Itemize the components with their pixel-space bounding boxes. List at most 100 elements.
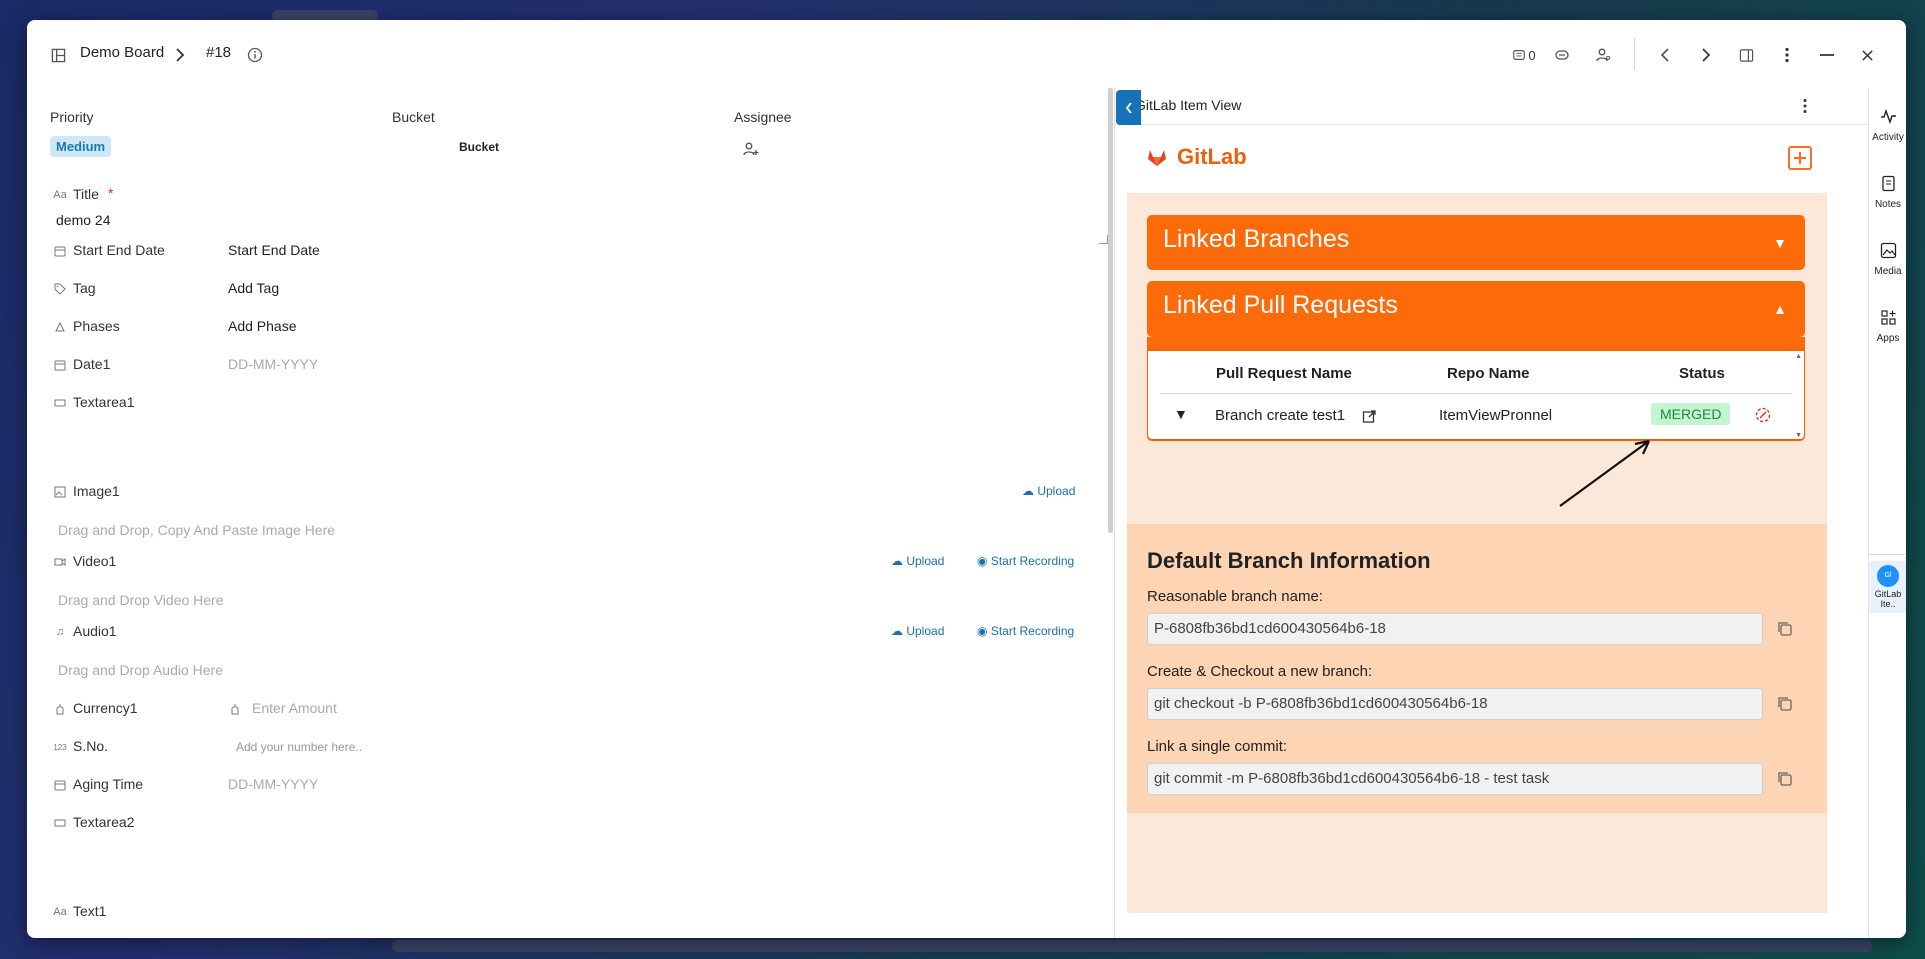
resize-handle-icon[interactable] xyxy=(1099,235,1108,244)
gitlab-pane: GitLab Item View GitLab Linked Branches … xyxy=(1114,88,1869,938)
priority-chip[interactable]: Medium xyxy=(50,136,112,157)
title-value: demo 24 xyxy=(56,212,111,228)
rail-gitlab-app[interactable]: Gl GitLab Ite.. xyxy=(1869,561,1906,613)
default-branch-title: Default Branch Information xyxy=(1147,548,1431,573)
aging-time-input[interactable]: DD-MM-YYYY xyxy=(228,776,318,792)
date1-label: Date1 xyxy=(73,356,111,372)
video1-label: Video1 xyxy=(73,553,117,569)
notes-icon xyxy=(1869,175,1906,197)
sync-icon[interactable] xyxy=(1551,44,1573,66)
textarea2-label: Textarea2 xyxy=(73,814,135,830)
media-icon xyxy=(1869,242,1906,264)
gitlab-logo-icon xyxy=(1147,148,1167,172)
tag-icon xyxy=(53,282,67,296)
gitlab-pane-menu-icon[interactable] xyxy=(1803,98,1807,119)
text-type-icon: Aa xyxy=(53,906,67,918)
copy-icon[interactable] xyxy=(1776,620,1794,638)
aging-time-label: Aging Time xyxy=(73,776,144,792)
start-end-date-value[interactable]: Start End Date xyxy=(228,242,320,258)
textarea-icon xyxy=(53,396,67,410)
phases-label: Phases xyxy=(73,318,120,334)
item-window: Demo Board #18 0 Priority Medium Bucket … xyxy=(27,20,1906,938)
audio1-dropzone[interactable]: Drag and Drop Audio Here xyxy=(58,662,223,678)
breadcrumb-item-id: #18 xyxy=(206,44,232,61)
gitlab-app-badge: Gl xyxy=(1877,565,1899,587)
audio-icon: ♫ xyxy=(55,626,65,638)
activity-icon xyxy=(1869,108,1906,130)
side-panel-icon[interactable] xyxy=(1735,44,1757,66)
checkout-branch-field[interactable]: git checkout -b P-6808fb36bd1cd600430564… xyxy=(1147,688,1763,720)
bucket-label: Bucket xyxy=(392,109,435,125)
user-settings-icon[interactable] xyxy=(1592,44,1614,66)
add-link-icon[interactable] xyxy=(1788,146,1812,170)
title-required-mark: * xyxy=(108,185,114,201)
rail-notes-label: Notes xyxy=(1874,199,1902,210)
currency1-input[interactable]: Enter Amount xyxy=(252,700,337,716)
reasonable-branch-field[interactable]: P-6808fb36bd1cd600430564b6-18 xyxy=(1147,613,1763,645)
video1-upload-button[interactable]: ☁ Upload xyxy=(891,554,944,568)
close-icon[interactable] xyxy=(1856,44,1878,66)
rail-apps-label: Apps xyxy=(1876,333,1900,344)
start-end-date-label: Start End Date xyxy=(73,242,165,258)
reasonable-branch-label: Reasonable branch name: xyxy=(1147,588,1323,605)
rail-gitlab-label: GitLab Ite.. xyxy=(1874,589,1902,609)
video1-upload-label: Upload xyxy=(906,554,945,568)
board-icon[interactable] xyxy=(47,44,69,66)
annotation-arrow-icon xyxy=(1559,439,1650,507)
date1-input[interactable]: DD-MM-YYYY xyxy=(228,356,318,372)
image1-upload-label: Upload xyxy=(1037,484,1076,498)
right-rail: Activity Notes Media Apps Gl GitLab Ite.… xyxy=(1868,88,1906,938)
default-branch-section: Default Branch Information Reasonable br… xyxy=(1127,524,1827,813)
item-form: Priority Medium Bucket Bucket Assignee A… xyxy=(27,88,1108,938)
rail-activity[interactable]: Activity xyxy=(1869,108,1906,143)
watchers-icon[interactable]: 0 xyxy=(1507,44,1541,66)
calendar-icon xyxy=(53,778,67,792)
audio1-record-label: Start Recording xyxy=(990,624,1075,638)
top-bar: Demo Board #18 0 xyxy=(27,20,1906,89)
copy-icon[interactable] xyxy=(1776,695,1794,713)
checkout-branch-label: Create & Checkout a new branch: xyxy=(1147,663,1373,680)
currency-icon xyxy=(53,702,67,716)
video1-record-button[interactable]: ◉ Start Recording xyxy=(977,554,1074,568)
rail-activity-label: Activity xyxy=(1872,132,1904,143)
add-assignee-icon[interactable] xyxy=(742,140,760,158)
rail-notes[interactable]: Notes xyxy=(1869,175,1906,210)
sno-input[interactable]: Add your number here.. xyxy=(236,740,362,754)
money-bag-icon xyxy=(228,702,242,716)
number-icon: 123 xyxy=(53,742,67,752)
collapse-pane-button[interactable] xyxy=(1116,90,1141,125)
textarea-icon xyxy=(53,816,67,830)
textarea1-label: Textarea1 xyxy=(73,394,135,410)
title-textarea[interactable]: demo 24 xyxy=(50,200,1110,252)
rail-apps[interactable]: Apps xyxy=(1869,309,1906,344)
image1-upload-button[interactable]: ☁ Upload xyxy=(1022,484,1075,498)
audio1-upload-button[interactable]: ☁ Upload xyxy=(891,624,944,638)
previous-item-icon[interactable] xyxy=(1654,44,1676,66)
next-item-icon[interactable] xyxy=(1695,44,1717,66)
text1-label: Text1 xyxy=(73,903,107,919)
gitlab-pane-header: GitLab Item View xyxy=(1115,88,1869,125)
rail-media[interactable]: Media xyxy=(1869,242,1906,277)
currency1-label: Currency1 xyxy=(73,700,138,716)
breadcrumb-board[interactable]: Demo Board xyxy=(80,44,164,61)
calendar-icon xyxy=(53,358,67,372)
tag-label: Tag xyxy=(73,280,96,296)
image1-dropzone[interactable]: Drag and Drop, Copy And Paste Image Here xyxy=(58,522,335,538)
single-commit-label: Link a single commit: xyxy=(1147,738,1288,755)
more-options-icon[interactable] xyxy=(1776,44,1798,66)
info-icon[interactable] xyxy=(244,44,266,66)
add-phase-button[interactable]: Add Phase xyxy=(228,318,297,334)
bucket-select[interactable]: Bucket xyxy=(459,140,499,154)
sno-label: S.No. xyxy=(73,738,109,754)
apps-icon xyxy=(1869,309,1906,331)
single-commit-field[interactable]: git commit -m P-6808fb36bd1cd600430564b6… xyxy=(1147,763,1763,795)
minimize-icon[interactable] xyxy=(1816,44,1838,66)
audio1-record-button[interactable]: ◉ Start Recording xyxy=(977,624,1074,638)
form-scrollbar[interactable] xyxy=(1108,88,1113,533)
assignee-label: Assignee xyxy=(734,109,792,125)
copy-icon[interactable] xyxy=(1776,770,1794,788)
video-icon xyxy=(53,555,67,569)
image-icon xyxy=(53,485,67,499)
add-tag-button[interactable]: Add Tag xyxy=(228,280,279,296)
video1-dropzone[interactable]: Drag and Drop Video Here xyxy=(58,592,224,608)
